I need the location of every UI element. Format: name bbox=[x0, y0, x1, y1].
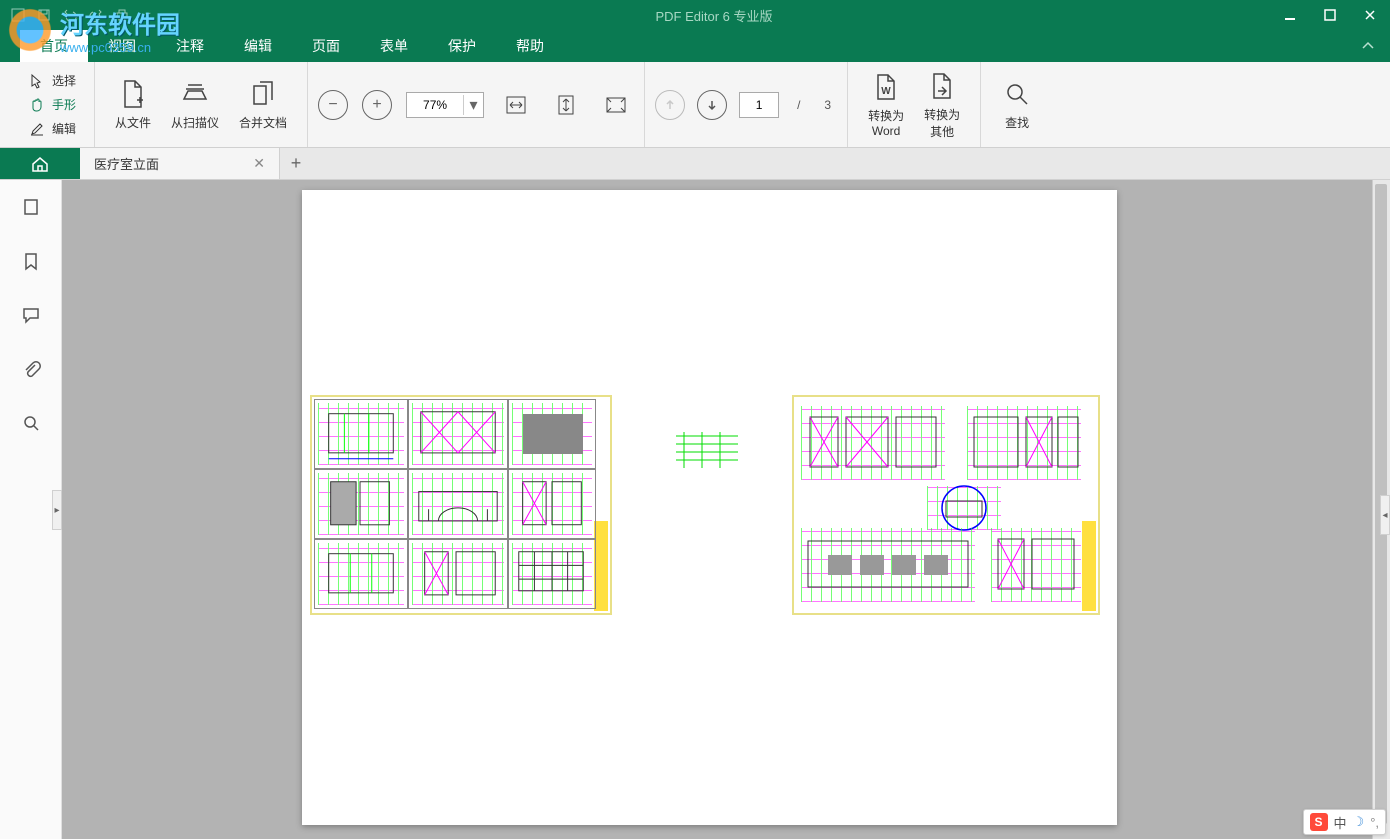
fit-width-button[interactable] bbox=[498, 87, 534, 123]
merge-documents-label: 合并文档 bbox=[239, 114, 287, 131]
title-bar: ▾ PDF Editor 6 专业版 bbox=[0, 0, 1390, 30]
create-from-scanner-label: 从扫描仪 bbox=[171, 114, 219, 131]
create-from-scanner-button[interactable]: 从扫描仪 bbox=[161, 74, 229, 135]
document-tab[interactable]: 医疗室立面 ✕ bbox=[80, 148, 280, 179]
ime-moon-icon[interactable]: ☽ bbox=[1353, 814, 1365, 830]
ime-comma-icon[interactable]: °, bbox=[1370, 815, 1379, 830]
fit-page-button[interactable] bbox=[548, 87, 584, 123]
window-close-button[interactable] bbox=[1350, 0, 1390, 30]
qat-undo-icon[interactable] bbox=[60, 5, 80, 25]
ime-brand-icon[interactable]: S bbox=[1310, 813, 1328, 831]
mode-hand-label: 手形 bbox=[52, 96, 76, 113]
svg-text:W: W bbox=[881, 86, 891, 97]
find-button[interactable]: 查找 bbox=[991, 74, 1043, 135]
next-page-button[interactable] bbox=[697, 90, 727, 120]
tab-strip: 医疗室立面 ✕ + bbox=[0, 148, 1390, 180]
page-total: 3 bbox=[824, 98, 831, 112]
cursor-icon bbox=[28, 72, 46, 90]
merge-icon bbox=[247, 78, 279, 110]
qat-dropdown-icon[interactable]: ▾ bbox=[138, 5, 158, 25]
side-panel-expand-button[interactable]: ▸ bbox=[52, 490, 62, 530]
home-icon bbox=[30, 154, 50, 174]
qat-redo-icon[interactable] bbox=[86, 5, 106, 25]
zoom-combo[interactable]: ▾ bbox=[406, 92, 484, 118]
search-icon bbox=[1001, 78, 1033, 110]
ribbon-toolbar: 选择 手形 编辑 从文件 从扫描仪 合并文档 − + bbox=[0, 62, 1390, 148]
convert-to-other-label: 转换为 其他 bbox=[924, 106, 960, 140]
zoom-out-button[interactable]: − bbox=[318, 90, 348, 120]
menu-bar: 首页 视图 注释 编辑 页面 表单 保护 帮助 bbox=[0, 30, 1390, 62]
attachments-panel-button[interactable] bbox=[18, 356, 44, 382]
tab-close-button[interactable]: ✕ bbox=[249, 155, 269, 172]
mode-select-label: 选择 bbox=[52, 72, 76, 89]
mode-hand-button[interactable]: 手形 bbox=[26, 94, 78, 116]
convert-to-other-button[interactable]: 转换为 其他 bbox=[914, 66, 970, 144]
menu-view[interactable]: 视图 bbox=[88, 30, 156, 62]
create-from-file-button[interactable]: 从文件 bbox=[105, 74, 161, 135]
ime-language-indicator[interactable]: 中 bbox=[1334, 813, 1347, 832]
ime-toolbar[interactable]: S 中 ☽ °, bbox=[1303, 809, 1386, 835]
menu-form[interactable]: 表单 bbox=[360, 30, 428, 62]
search-panel-button[interactable] bbox=[18, 410, 44, 436]
scanner-icon bbox=[179, 78, 211, 110]
menu-help[interactable]: 帮助 bbox=[496, 30, 564, 62]
drawing-sheet-left bbox=[310, 395, 612, 615]
right-panel-expand-button[interactable]: ◂ bbox=[1380, 495, 1390, 535]
mode-select-button[interactable]: 选择 bbox=[26, 70, 78, 92]
drawing-fragment-center bbox=[672, 430, 742, 470]
main-area: ▸ bbox=[0, 180, 1390, 839]
convert-to-word-label: 转换为 Word bbox=[868, 107, 904, 138]
convert-to-word-button[interactable]: W 转换为 Word bbox=[858, 67, 914, 142]
window-minimize-button[interactable] bbox=[1270, 0, 1310, 30]
title-block-right bbox=[1082, 521, 1096, 611]
document-viewer[interactable]: ◂ bbox=[62, 180, 1390, 839]
merge-documents-button[interactable]: 合并文档 bbox=[229, 74, 297, 135]
file-plus-icon bbox=[117, 78, 149, 110]
prev-page-button[interactable] bbox=[655, 90, 685, 120]
app-icon bbox=[8, 5, 28, 25]
document-tab-label: 医疗室立面 bbox=[94, 154, 159, 173]
ribbon-collapse-button[interactable] bbox=[1346, 32, 1390, 60]
side-panel-rail: ▸ bbox=[0, 180, 62, 839]
window-maximize-button[interactable] bbox=[1310, 0, 1350, 30]
menu-edit[interactable]: 编辑 bbox=[224, 30, 292, 62]
qat-print-icon[interactable] bbox=[112, 5, 132, 25]
word-icon: W bbox=[870, 71, 902, 103]
title-block-left bbox=[594, 521, 608, 611]
page-number-input[interactable] bbox=[739, 92, 779, 118]
zoom-in-button[interactable]: + bbox=[362, 90, 392, 120]
comments-panel-button[interactable] bbox=[18, 302, 44, 328]
mode-edit-button[interactable]: 编辑 bbox=[26, 118, 78, 140]
menu-annotate[interactable]: 注释 bbox=[156, 30, 224, 62]
app-title: PDF Editor 6 专业版 bbox=[158, 6, 1270, 25]
export-icon bbox=[926, 70, 958, 102]
home-tab-button[interactable] bbox=[0, 148, 80, 179]
thumbnails-panel-button[interactable] bbox=[18, 194, 44, 220]
menu-protect[interactable]: 保护 bbox=[428, 30, 496, 62]
page-separator: / bbox=[797, 98, 800, 112]
hand-icon bbox=[28, 96, 46, 114]
mode-edit-label: 编辑 bbox=[52, 120, 76, 137]
bookmarks-panel-button[interactable] bbox=[18, 248, 44, 274]
find-label: 查找 bbox=[1005, 114, 1029, 131]
pencil-icon bbox=[28, 120, 46, 138]
menu-home[interactable]: 首页 bbox=[20, 30, 88, 62]
new-tab-button[interactable]: + bbox=[280, 148, 312, 179]
qat-save-icon[interactable] bbox=[34, 5, 54, 25]
create-from-file-label: 从文件 bbox=[115, 114, 151, 131]
pdf-page-1 bbox=[302, 190, 1117, 825]
zoom-dropdown-icon[interactable]: ▾ bbox=[463, 95, 483, 115]
zoom-input[interactable] bbox=[407, 98, 463, 112]
drawing-sheet-right bbox=[792, 395, 1100, 615]
actual-size-button[interactable] bbox=[598, 87, 634, 123]
menu-page[interactable]: 页面 bbox=[292, 30, 360, 62]
